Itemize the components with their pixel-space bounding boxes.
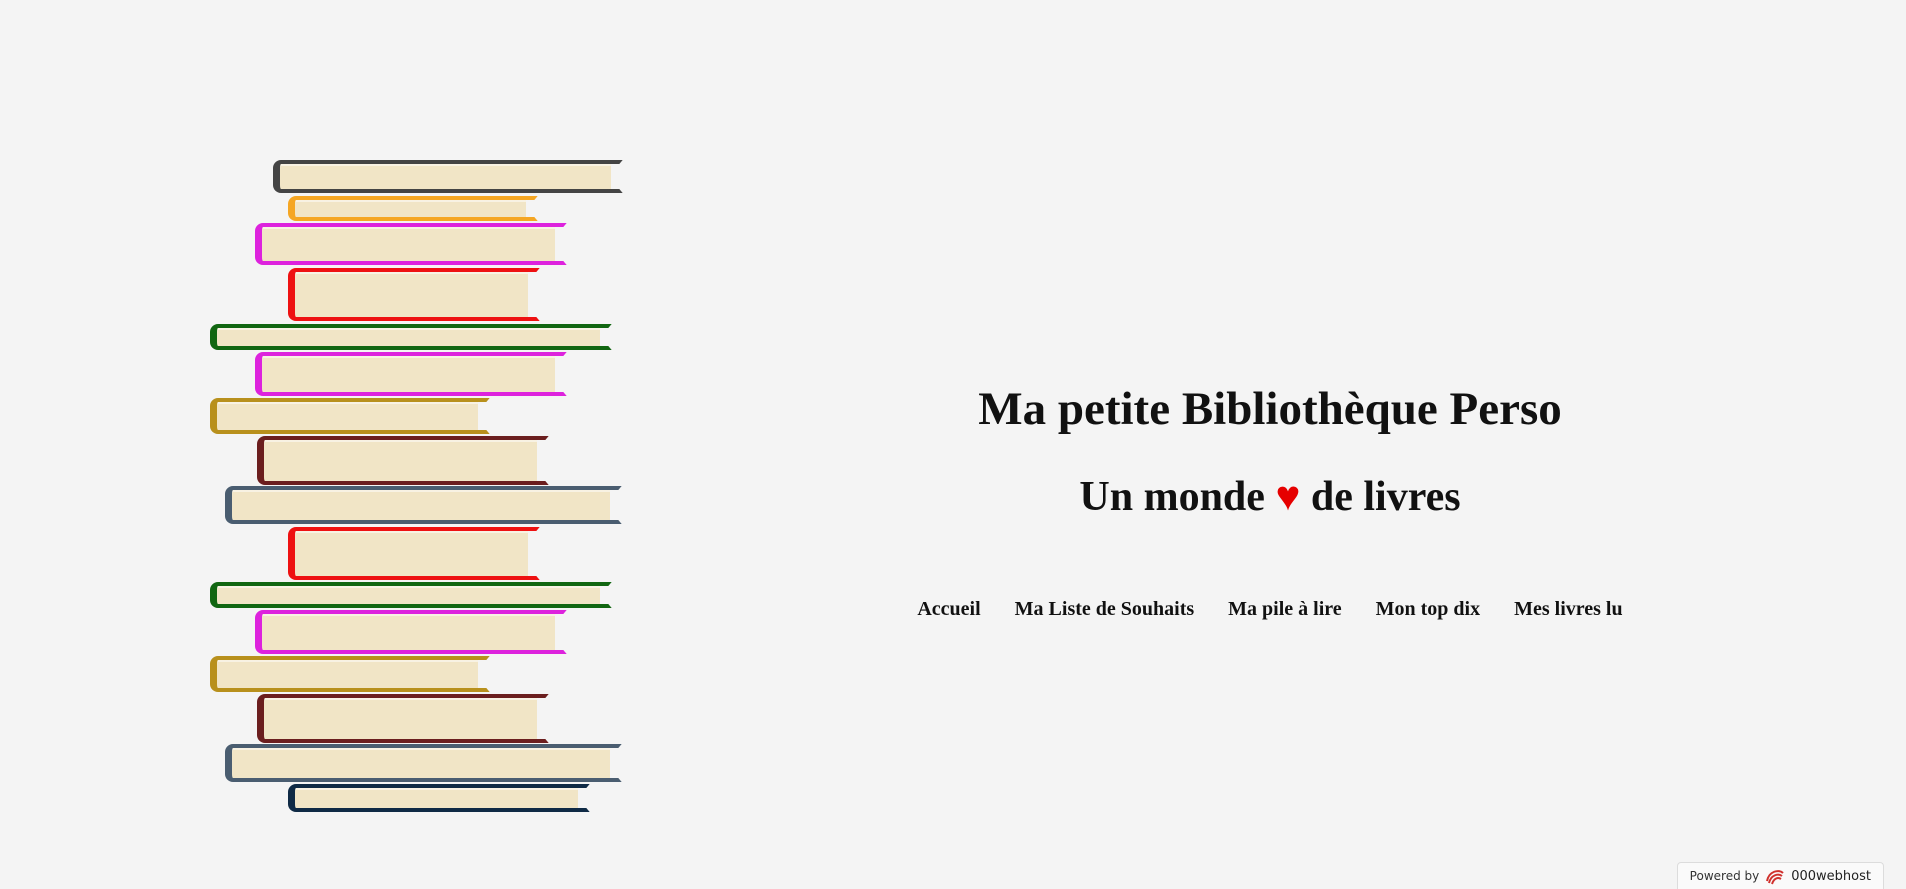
book-stack-illustration (0, 0, 700, 889)
host-name: 000webhost (1791, 868, 1871, 884)
book-spine (210, 582, 612, 608)
nav-item-souhaits: Ma Liste de Souhaits (1015, 598, 1194, 621)
book-spine (255, 352, 567, 396)
site-subtitle: Un monde ♥ de livres (760, 472, 1780, 522)
000webhost-logo-icon (1765, 867, 1785, 885)
book-spine (288, 268, 540, 321)
nav-link-lus[interactable]: Mes livres lu (1514, 598, 1623, 620)
page: Ma petite Bibliothèque Perso Un monde ♥ … (0, 0, 1906, 889)
subtitle-text-after: de livres (1300, 474, 1461, 520)
book-spine (288, 784, 590, 812)
subtitle-text-before: Un monde (1079, 474, 1276, 520)
book-spine (210, 656, 490, 692)
nav-link-pile[interactable]: Ma pile à lire (1228, 598, 1342, 620)
nav-item-accueil: Accueil (917, 598, 980, 621)
book-spine (225, 486, 622, 524)
book-spine (210, 398, 490, 434)
powered-by-badge[interactable]: Powered by 000webhost (1676, 862, 1884, 889)
book-spine (257, 694, 549, 743)
nav-link-top[interactable]: Mon top dix (1376, 598, 1480, 620)
site-title: Ma petite Bibliothèque Perso (978, 383, 1562, 435)
powered-by-label: Powered by (1689, 869, 1760, 883)
book-spine (288, 196, 538, 221)
book-spine (255, 610, 567, 654)
nav-link-accueil[interactable]: Accueil (917, 598, 980, 620)
nav-item-top: Mon top dix (1376, 598, 1480, 621)
main-nav: Accueil Ma Liste de Souhaits Ma pile à l… (760, 598, 1780, 621)
nav-item-pile: Ma pile à lire (1228, 598, 1342, 621)
book-spine (255, 223, 567, 265)
heart-icon: ♥ (1275, 474, 1301, 520)
nav-link-souhaits[interactable]: Ma Liste de Souhaits (1015, 598, 1194, 620)
nav-item-lus: Mes livres lu (1514, 598, 1623, 621)
book-spine (210, 324, 612, 350)
book-spine (225, 744, 622, 782)
book-spine (273, 160, 623, 193)
book-spine (288, 527, 540, 580)
book-spine (257, 436, 549, 485)
